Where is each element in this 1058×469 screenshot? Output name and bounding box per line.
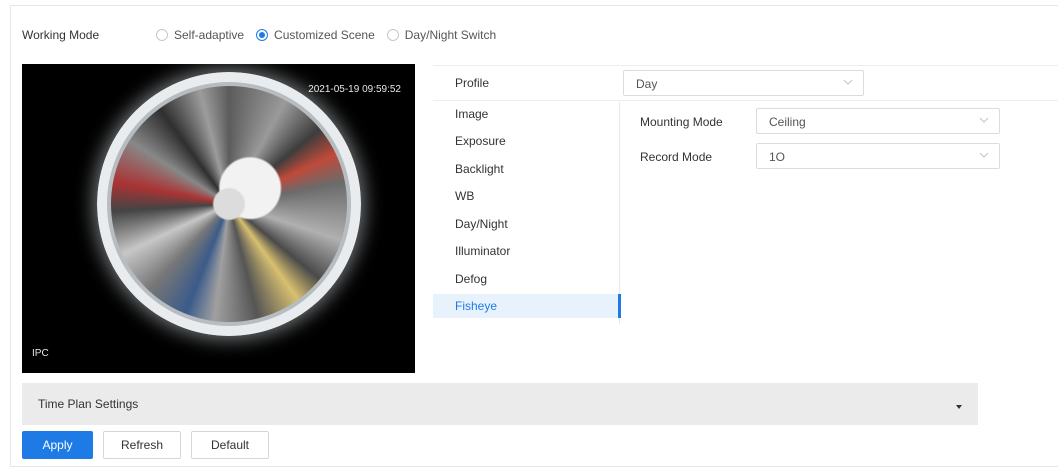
profile-label: Profile (455, 76, 490, 90)
menu-item-exposure[interactable]: Exposure (433, 129, 620, 153)
mounting-mode-select[interactable]: Ceiling (756, 108, 1000, 134)
menu-item-backlight[interactable]: Backlight (433, 157, 620, 181)
menu-item-image[interactable]: Image (433, 102, 620, 126)
radio-day-night-switch[interactable]: Day/Night Switch (386, 28, 497, 42)
radio-circle-checked[interactable] (256, 29, 269, 41)
chevron-down-icon (979, 150, 989, 160)
video-timestamp: 2021-05-19 09:59:52 (308, 84, 401, 95)
chevron-down-icon (979, 115, 989, 125)
caret-down-icon[interactable] (954, 400, 964, 409)
menu-item-day-night[interactable]: Day/Night (433, 212, 620, 236)
working-mode-row: Working Mode Self-adaptive Customized Sc… (22, 27, 508, 43)
profile-row: Profile Day (433, 65, 1058, 101)
record-mode-value: 1O (769, 150, 786, 164)
menu-item-wb[interactable]: WB (433, 184, 620, 208)
record-mode-label: Record Mode (640, 150, 713, 164)
radio-self-adaptive[interactable]: Self-adaptive (156, 28, 244, 42)
refresh-button[interactable]: Refresh (103, 431, 181, 459)
radio-label: Self-adaptive (174, 28, 245, 42)
time-plan-settings-label: Time Plan Settings (38, 397, 139, 411)
radio-label: Day/Night Switch (404, 28, 497, 42)
radio-circle[interactable] (386, 29, 399, 41)
menu-item-fisheye[interactable]: Fisheye (433, 294, 621, 318)
settings-menu: Image Exposure Backlight WB Day/Night Il… (433, 102, 621, 324)
record-mode-select[interactable]: 1O (756, 143, 1000, 169)
default-button[interactable]: Default (191, 431, 269, 459)
profile-select[interactable]: Day (623, 70, 864, 96)
fisheye-image (97, 72, 361, 336)
radio-circle[interactable] (156, 29, 168, 41)
mounting-mode-value: Ceiling (769, 115, 806, 129)
mounting-mode-label: Mounting Mode (640, 115, 723, 129)
menu-item-illuminator[interactable]: Illuminator (433, 239, 620, 263)
video-channel-label: IPC (32, 348, 49, 359)
time-plan-settings-bar[interactable]: Time Plan Settings (22, 383, 978, 425)
working-mode-label: Working Mode (22, 28, 100, 42)
radio-label: Customized Scene (274, 28, 375, 42)
chevron-down-icon (843, 77, 853, 87)
video-preview: 2021-05-19 09:59:52 IPC (22, 64, 415, 373)
apply-button[interactable]: Apply (22, 431, 93, 459)
menu-item-defog[interactable]: Defog (433, 267, 620, 291)
radio-customized-scene[interactable]: Customized Scene (256, 28, 375, 42)
profile-select-value: Day (636, 77, 658, 91)
